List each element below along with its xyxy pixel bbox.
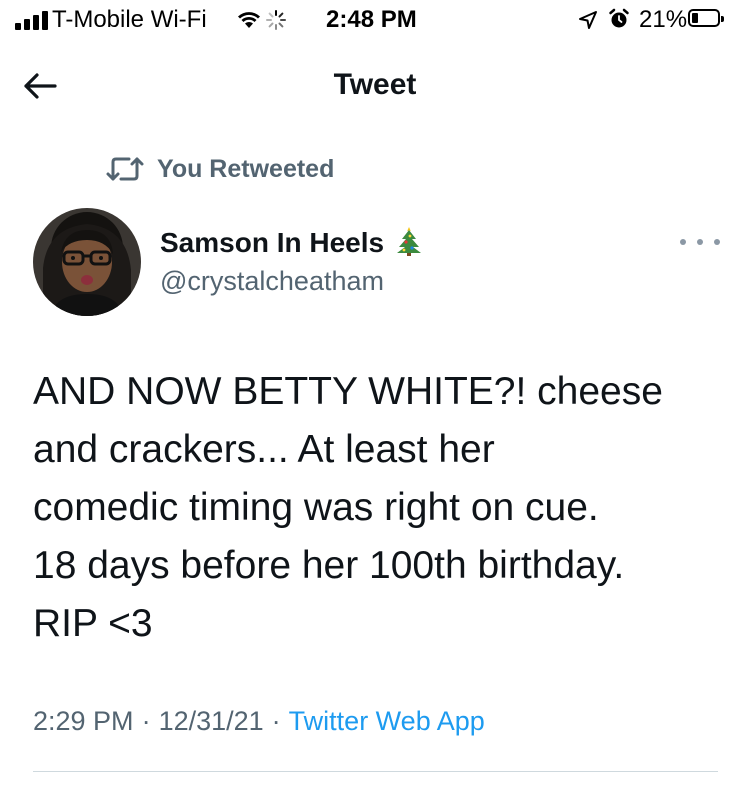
page-title: Tweet — [333, 68, 417, 101]
activity-spinner-icon — [266, 9, 286, 37]
header: Tweet — [0, 58, 750, 114]
tweet-date: 12/31/21 — [158, 706, 264, 736]
meta-separator: · — [141, 706, 151, 736]
tweet-source-link[interactable]: Twitter Web App — [289, 706, 485, 737]
retweet-context: You Retweeted — [105, 152, 334, 186]
alarm-clock-icon — [608, 8, 630, 37]
more-options-button[interactable] — [680, 232, 720, 252]
christmas-tree-icon — [392, 227, 422, 258]
carrier-name: T-Mobile Wi-Fi — [52, 6, 207, 33]
location-arrow-icon — [578, 9, 598, 37]
status-time: 2:48 PM — [326, 6, 417, 33]
tweet-meta: 2:29 PM · 12/31/21 · Twitter Web App — [33, 706, 485, 737]
status-bar: T-Mobile Wi-Fi 2:48 PM 21% — [0, 0, 750, 42]
tweet-text: AND NOW BETTY WHITE?! cheese and cracker… — [33, 370, 663, 645]
more-dots-icon — [680, 239, 686, 245]
wifi-icon — [236, 8, 262, 36]
retweet-icon — [106, 157, 144, 181]
tweet-time: 2:29 PM — [33, 706, 134, 736]
meta-separator: · — [271, 706, 281, 736]
battery-icon — [688, 9, 724, 27]
author-handle[interactable]: @crystalcheatham — [160, 266, 384, 297]
avatar[interactable] — [33, 208, 141, 316]
cellular-signal-icon — [15, 10, 48, 30]
author-name[interactable]: Samson In Heels — [160, 226, 422, 259]
battery-percentage: 21% — [639, 6, 688, 33]
divider — [33, 771, 718, 772]
retweet-label[interactable]: You Retweeted — [157, 155, 334, 184]
